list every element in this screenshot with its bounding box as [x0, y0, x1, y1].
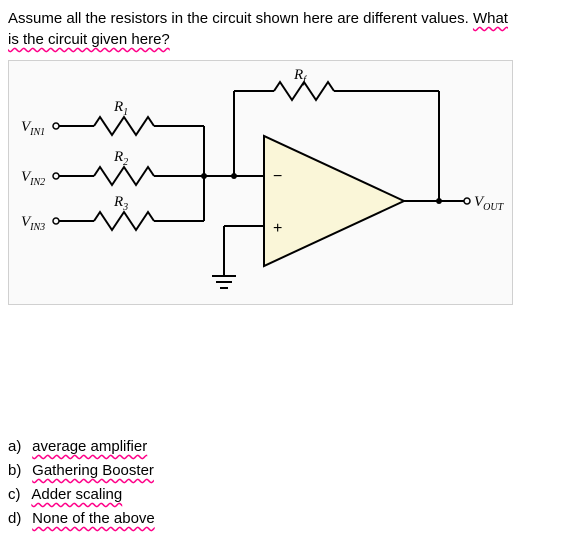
option-d: d) None of the above — [8, 507, 576, 531]
option-b: b) Gathering Booster — [8, 459, 576, 483]
svg-text:−: − — [273, 168, 282, 185]
option-b-text: Gathering Booster — [32, 462, 154, 479]
q-line1-b: What — [473, 10, 508, 27]
svg-text:VOUT: VOUT — [474, 194, 505, 213]
option-a-label: a) — [8, 435, 28, 459]
option-d-label: d) — [8, 507, 28, 531]
q-line1-a: Assume all the resistors in the circuit … — [8, 10, 469, 27]
option-c: c) Adder scaling — [8, 483, 576, 507]
option-a-text: average amplifier — [32, 438, 147, 455]
svg-text:R3: R3 — [113, 194, 128, 213]
svg-text:+: + — [273, 220, 282, 237]
svg-text:R2: R2 — [113, 149, 128, 168]
option-c-text: Adder scaling — [31, 486, 122, 503]
option-a: a) average amplifier — [8, 435, 576, 459]
question-text: Assume all the resistors in the circuit … — [8, 8, 576, 50]
svg-text:R1: R1 — [113, 99, 128, 118]
answer-options: a) average amplifier b) Gathering Booste… — [8, 435, 576, 531]
option-b-label: b) — [8, 459, 28, 483]
svg-text:Rf: Rf — [293, 67, 307, 86]
q-line2: is the circuit given here? — [8, 31, 170, 48]
circuit-diagram: − + VIN1 VIN2 VIN3 R1 R2 R3 Rf VOUT — [8, 60, 513, 305]
option-d-text: None of the above — [32, 510, 155, 527]
svg-text:VIN3: VIN3 — [21, 214, 45, 233]
svg-text:VIN2: VIN2 — [21, 169, 45, 188]
svg-text:VIN1: VIN1 — [21, 119, 45, 138]
option-c-label: c) — [8, 483, 28, 507]
